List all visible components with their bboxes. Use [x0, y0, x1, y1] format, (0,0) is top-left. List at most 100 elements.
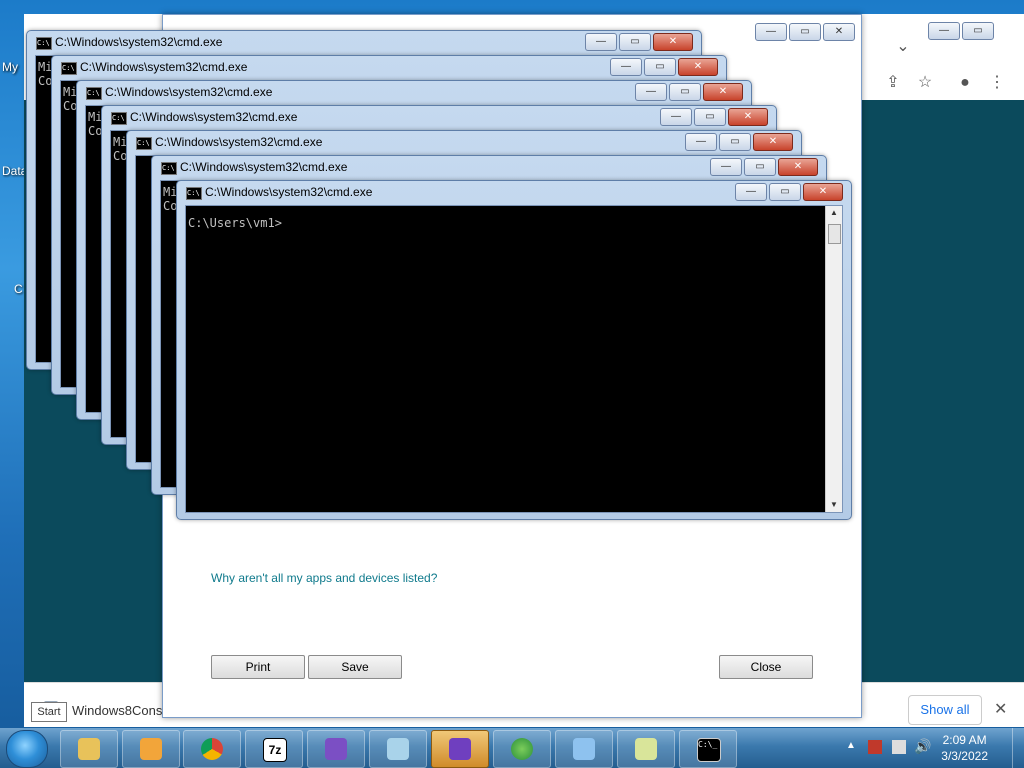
- maximize-button[interactable]: ▭: [962, 22, 994, 40]
- visual-studio-installer-icon: [325, 738, 347, 760]
- share-icon[interactable]: ⇪: [882, 72, 904, 94]
- scroll-up-icon[interactable]: ▲: [826, 206, 842, 220]
- window-title: C:\Windows\system32\cmd.exe: [205, 185, 373, 199]
- app-icon: [635, 738, 657, 760]
- cmd-window[interactable]: C:\ C:\Windows\system32\cmd.exe — ▭ ✕ C:\U…: [176, 180, 852, 520]
- cmd-icon: C:\: [36, 37, 52, 50]
- scroll-thumb[interactable]: [828, 224, 841, 244]
- taskbar-7zip[interactable]: 7z: [245, 730, 303, 768]
- star-icon[interactable]: ☆: [914, 72, 936, 94]
- profile-icon[interactable]: ●: [954, 72, 976, 94]
- maximize-button[interactable]: ▭: [644, 58, 676, 76]
- minimize-button[interactable]: —: [660, 108, 692, 126]
- print-button[interactable]: Print: [211, 655, 305, 679]
- cmd-icon: C:\: [161, 162, 177, 175]
- close-button[interactable]: ✕: [823, 23, 855, 41]
- start-button[interactable]: [6, 730, 48, 768]
- close-icon[interactable]: ✕: [994, 699, 1007, 719]
- window-controls: — ▭ ✕: [735, 183, 843, 201]
- desktop-icon-label[interactable]: My: [2, 60, 18, 74]
- window-controls: — ▭ ✕: [710, 158, 818, 176]
- maximize-button[interactable]: ▭: [769, 183, 801, 201]
- console-area[interactable]: C:\Users\vm1> ▲ ▼: [185, 205, 843, 513]
- desktop-icon-label[interactable]: C: [14, 282, 23, 296]
- minimize-button[interactable]: —: [735, 183, 767, 201]
- folder-icon: [78, 738, 100, 760]
- menu-icon[interactable]: ⋮: [986, 72, 1008, 94]
- taskbar-cmd[interactable]: C:\_: [679, 730, 737, 768]
- close-button[interactable]: ✕: [653, 33, 693, 51]
- window-controls: — ▭ ✕: [610, 58, 718, 76]
- window-controls: — ▭ ✕: [685, 133, 793, 151]
- maximize-button[interactable]: ▭: [719, 133, 751, 151]
- cmd-icon: C:\: [86, 87, 102, 100]
- taskbar-media-player[interactable]: [122, 730, 180, 768]
- clock-date: 3/3/2022: [941, 749, 988, 763]
- console-prompt: C:\Users\vm1>: [188, 216, 282, 230]
- taskbar-visual-studio[interactable]: [431, 730, 489, 768]
- close-button[interactable]: ✕: [778, 158, 818, 176]
- scroll-down-icon[interactable]: ▼: [826, 498, 842, 512]
- browser-window-controls: — ▭: [928, 22, 994, 40]
- network-icon[interactable]: [892, 740, 906, 754]
- close-button[interactable]: ✕: [803, 183, 843, 201]
- app-icon: [573, 738, 595, 760]
- save-button[interactable]: Save: [308, 655, 402, 679]
- window-title: C:\Windows\system32\cmd.exe: [180, 160, 348, 174]
- close-dialog-button[interactable]: Close: [719, 655, 813, 679]
- show-desktop-button[interactable]: [1012, 728, 1024, 768]
- taskbar-visual-studio-installer[interactable]: [307, 730, 365, 768]
- volume-icon[interactable]: 🔊: [914, 738, 931, 755]
- cmd-icon: C:\: [136, 137, 152, 150]
- clock-time: 2:09 AM: [942, 733, 987, 747]
- window-controls: — ▭ ✕: [660, 108, 768, 126]
- minimize-button[interactable]: —: [755, 23, 787, 41]
- taskbar-windows-update[interactable]: [493, 730, 551, 768]
- download-item[interactable]: Windows8Cons: [72, 703, 162, 718]
- taskbar-notepad[interactable]: [369, 730, 427, 768]
- minimize-button[interactable]: —: [710, 158, 742, 176]
- taskbar: 7z C:\_ ▲ 🔊 2:09 AM 3/3/2022: [0, 728, 1024, 768]
- window-controls: — ▭ ✕: [585, 33, 693, 51]
- tray-expand-icon[interactable]: ▲: [846, 740, 856, 751]
- minimize-button[interactable]: —: [585, 33, 617, 51]
- cmd-icon: C:\_: [697, 738, 721, 762]
- taskbar-app[interactable]: [555, 730, 613, 768]
- 7zip-icon: 7z: [263, 738, 287, 762]
- clock[interactable]: 2:09 AM 3/3/2022: [941, 732, 988, 764]
- chevron-down-icon[interactable]: ⌄: [892, 36, 914, 58]
- taskbar-explorer[interactable]: [60, 730, 118, 768]
- maximize-button[interactable]: ▭: [789, 23, 821, 41]
- minimize-button[interactable]: —: [635, 83, 667, 101]
- maximize-button[interactable]: ▭: [744, 158, 776, 176]
- action-center-icon[interactable]: [868, 740, 882, 754]
- minimize-button[interactable]: —: [928, 22, 960, 40]
- close-button[interactable]: ✕: [703, 83, 743, 101]
- minimize-button[interactable]: —: [610, 58, 642, 76]
- close-button[interactable]: ✕: [678, 58, 718, 76]
- maximize-button[interactable]: ▭: [669, 83, 701, 101]
- dialog-window-controls: — ▭ ✕: [755, 23, 855, 41]
- taskbar-app[interactable]: [617, 730, 675, 768]
- cmd-icon: C:\: [186, 187, 202, 200]
- maximize-button[interactable]: ▭: [694, 108, 726, 126]
- window-title: C:\Windows\system32\cmd.exe: [130, 110, 298, 124]
- taskbar-chrome[interactable]: [183, 730, 241, 768]
- cmd-icon: C:\: [111, 112, 127, 125]
- notepad-icon: [387, 738, 409, 760]
- show-all-button[interactable]: Show all: [908, 695, 982, 725]
- minimize-button[interactable]: —: [685, 133, 717, 151]
- window-title: C:\Windows\system32\cmd.exe: [55, 35, 223, 49]
- window-title: C:\Windows\system32\cmd.exe: [155, 135, 323, 149]
- close-button[interactable]: ✕: [753, 133, 793, 151]
- chrome-icon: [201, 738, 223, 760]
- scrollbar[interactable]: ▲ ▼: [825, 206, 842, 512]
- apps-devices-link[interactable]: Why aren't all my apps and devices liste…: [211, 571, 437, 585]
- visual-studio-icon: [449, 738, 471, 760]
- maximize-button[interactable]: ▭: [619, 33, 651, 51]
- close-button[interactable]: ✕: [728, 108, 768, 126]
- window-controls: — ▭ ✕: [635, 83, 743, 101]
- windows-logo-icon: [511, 738, 533, 760]
- start-tooltip: Start: [31, 702, 67, 722]
- media-player-icon: [140, 738, 162, 760]
